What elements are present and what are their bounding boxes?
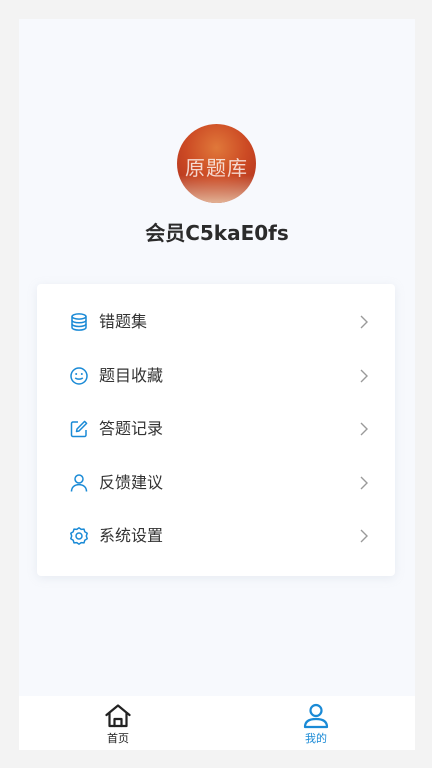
gear-icon [70,527,88,545]
menu-item-settings[interactable]: 系统设置 [37,510,395,563]
tab-home[interactable]: 首页 [19,696,217,750]
smile-icon [70,367,88,385]
tab-label: 首页 [107,732,129,745]
chevron-right-icon [360,315,368,329]
menu-item-wrong-questions[interactable]: 错题集 [37,296,395,349]
menu-item-feedback[interactable]: 反馈建议 [37,457,395,510]
avatar-logo-text: 原题库 [185,156,248,180]
chevron-right-icon [360,476,368,490]
menu-item-label: 题目收藏 [99,366,164,385]
menu-item-label: 反馈建议 [99,473,164,492]
menu-card: 错题集 题目收藏 答题记录 反馈建议 系统设置 [37,284,395,576]
profile-header: 原题库 会员C5kaE0fs [19,19,415,259]
home-icon [105,704,131,728]
menu-item-favorites[interactable]: 题目收藏 [37,350,395,403]
edit-icon [70,420,88,438]
menu-item-label: 系统设置 [99,526,164,545]
bottom-tab-bar: 首页 我的 [19,696,415,750]
chevron-right-icon [360,369,368,383]
tab-mine[interactable]: 我的 [217,696,415,750]
chevron-right-icon [360,422,368,436]
user-icon [70,474,88,492]
menu-item-label: 答题记录 [99,419,164,438]
username: 会员C5kaE0fs [145,221,289,245]
tab-label: 我的 [305,732,327,745]
menu-item-label: 错题集 [99,312,148,331]
avatar[interactable]: 原题库 [177,124,256,203]
menu-item-answer-history[interactable]: 答题记录 [37,403,395,456]
user-icon [303,703,329,729]
database-icon [71,313,87,331]
chevron-right-icon [360,529,368,543]
app-screen: 原题库 会员C5kaE0fs 错题集 题目收藏 答题记录 反馈建议 系统设置 首… [19,19,415,750]
